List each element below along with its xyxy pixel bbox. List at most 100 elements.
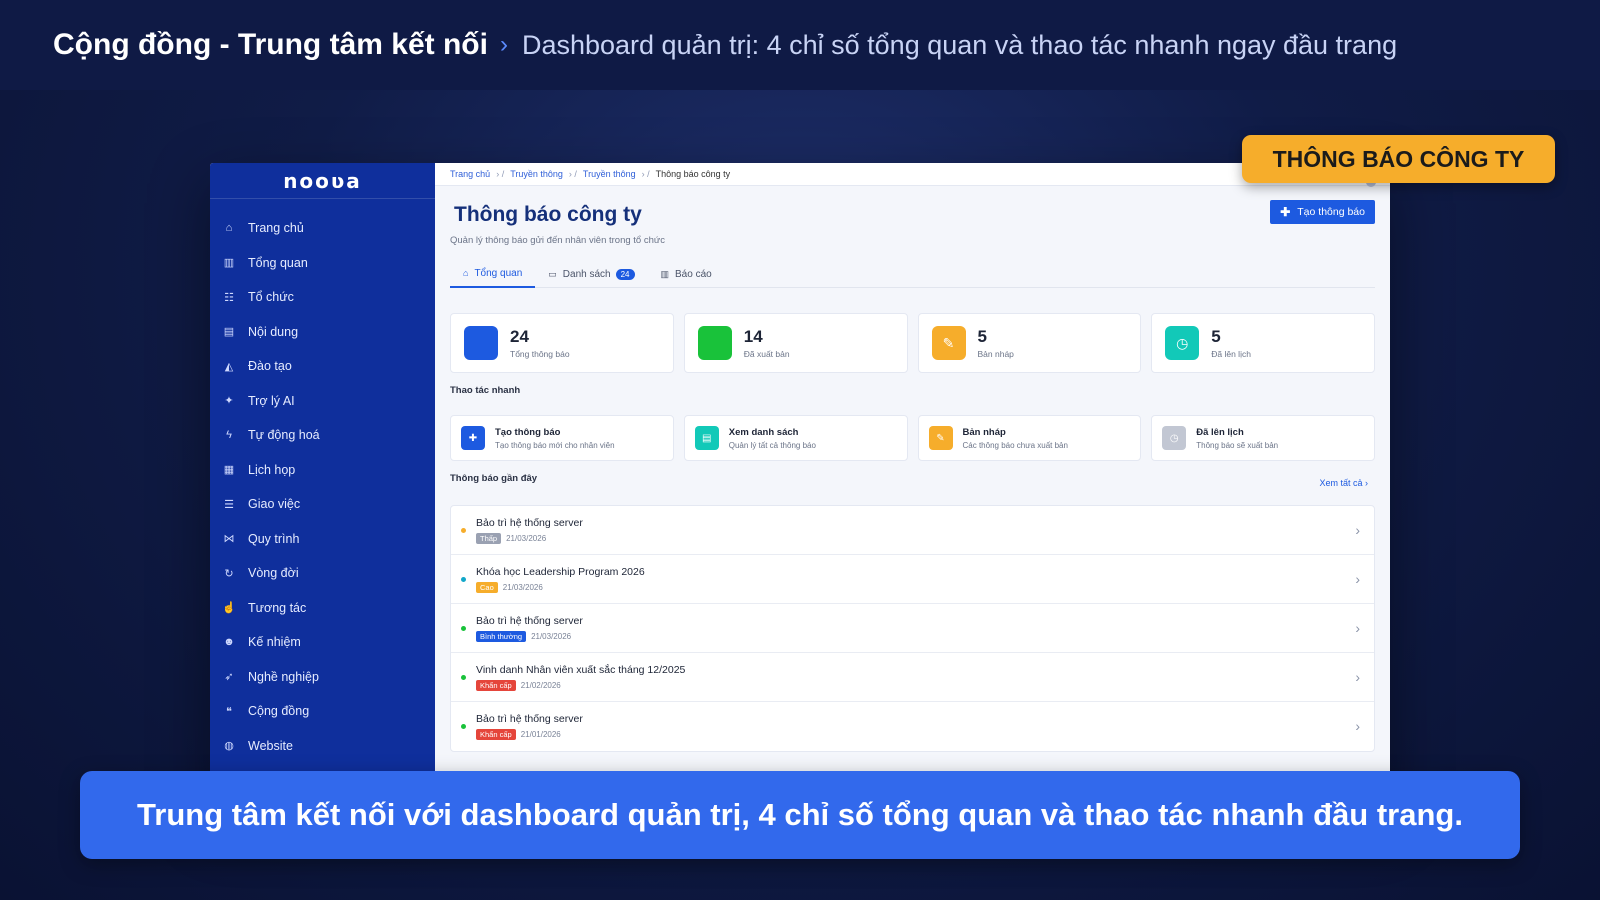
quick-action-icon: ▤ <box>694 426 719 450</box>
sidebar-item-label: Tương tác <box>248 600 307 615</box>
sidebar-item[interactable]: ❝ Cộng đồng <box>210 694 435 729</box>
sidebar-item[interactable]: ✦ Trợ lý AI <box>210 384 435 419</box>
sidebar-item-label: Kế nhiệm <box>248 635 301 650</box>
tab-bar: ⌂ Tổng quan ▭ Danh sách 24 ▥ Báo cáo <box>450 260 1375 288</box>
sidebar-item[interactable]: ⌂ Trang chủ <box>210 211 435 246</box>
announcement-row[interactable]: Vinh danh Nhân viên xuất sắc tháng 12/20… <box>451 653 1374 702</box>
tab-item[interactable]: ⌂ Tổng quan <box>450 260 536 288</box>
plus-icon: ✚ <box>1280 205 1291 219</box>
breadcrumb-separator-icon: › / <box>496 169 505 179</box>
sidebar-item[interactable]: ◭ Đào tạo <box>210 349 435 384</box>
chevron-right-icon: › <box>1355 522 1360 538</box>
sidebar-item[interactable]: ☝ Tương tác <box>210 591 435 626</box>
chat-icon: ❝ <box>226 705 232 718</box>
sidebar-item[interactable]: ▦ Lịch họp <box>210 453 435 488</box>
create-announcement-button[interactable]: ✚ Tạo thông báo <box>1270 200 1375 224</box>
see-all-label: Xem tất cả <box>1319 478 1363 488</box>
announcement-meta: Cao 21/03/2026 <box>476 581 645 593</box>
quick-action-button[interactable]: ✚ Tạo thông báo Tạo thông báo mới cho nhân… <box>450 415 674 461</box>
home-icon: ⌂ <box>225 222 233 235</box>
stat-card: 24 Tổng thông báo <box>450 313 674 373</box>
quick-action-text: Bản nháp Các thông báo chưa xuất bản <box>963 427 1068 450</box>
sidebar-item[interactable]: ☻ Kế nhiệm <box>210 625 435 660</box>
sidebar-item-label: Lịch họp <box>248 462 296 477</box>
breadcrumb-separator-icon: › / <box>641 169 650 179</box>
announcement-title: Vinh danh Nhân viên xuất sắc tháng 12/20… <box>476 663 686 676</box>
announcement-meta: Thấp 21/03/2026 <box>476 532 583 544</box>
sidebar-item-label: Nghề nghiệp <box>248 669 319 684</box>
sidebar-item-label: Tổ chức <box>248 290 294 305</box>
see-all-link[interactable]: Xem tất cả › <box>1319 478 1368 488</box>
announcement-row[interactable]: Bảo trì hệ thống server Bình thường 21/03/… <box>451 604 1374 653</box>
priority-badge: Khẩn cấp <box>476 729 516 740</box>
chevron-right-icon: › <box>1355 718 1360 734</box>
stat-value: 14 <box>743 326 763 346</box>
tab-item[interactable]: ▭ Danh sách 24 <box>535 260 647 288</box>
chevron-right-icon: › <box>1365 478 1368 488</box>
cycle-icon: ↻ <box>224 567 234 580</box>
org-icon: ☷ <box>224 291 234 304</box>
stat-label: Tổng thông báo <box>510 348 570 359</box>
sidebar-item[interactable]: ϟ Tự động hoá <box>210 418 435 453</box>
header-title: Cộng đồng - Trung tâm kết nối <box>53 28 488 61</box>
breadcrumb-separator-icon: › / <box>568 169 577 179</box>
quick-action-icon: ✚ <box>461 426 485 450</box>
sidebar-item[interactable]: ↻ Vòng đời <box>210 556 435 591</box>
sidebar-item[interactable]: ▥ Tổng quan <box>210 246 435 281</box>
quick-action-icon: ✎ <box>928 426 953 450</box>
graduation-icon: ◭ <box>224 360 234 373</box>
announcement-body: Vinh danh Nhân viên xuất sắc tháng 12/20… <box>476 664 685 691</box>
quick-action-button[interactable]: ◷ Đã lên lịch Thông báo sẽ xuất bản <box>1151 415 1375 461</box>
quick-action-desc: Các thông báo chưa xuất bản <box>962 440 1068 450</box>
globe-icon: ◍ <box>224 740 234 753</box>
quick-action-button[interactable]: ▤ Xem danh sách Quản lý tất cả thông báo <box>683 415 908 461</box>
slide-header: Cộng đồng - Trung tâm kết nối › Dashboar… <box>0 0 1600 90</box>
book-icon: ▤ <box>223 326 235 339</box>
quick-action-title: Bản nháp <box>962 426 1006 438</box>
breadcrumb-item[interactable]: Truyền thông <box>583 169 636 179</box>
breadcrumb-item[interactable]: Trang chủ <box>450 169 490 179</box>
announcement-meta: Khẩn cấp 21/02/2026 <box>476 679 685 691</box>
sidebar-item[interactable]: ▤ Nội dung <box>210 315 435 350</box>
status-dot <box>461 674 466 680</box>
announcement-body: Bảo trì hệ thống server Thấp 21/03/2026 <box>476 517 583 544</box>
create-announcement-label: Tạo thông báo <box>1297 206 1365 218</box>
sidebar-item-label: Đào tạo <box>248 359 292 374</box>
stat-icon: ✎ <box>931 326 966 360</box>
announcement-title: Khóa học Leadership Program 2026 <box>476 565 645 578</box>
status-dot <box>461 527 466 533</box>
announcement-row[interactable]: Khóa học Leadership Program 2026 Cao 21/03… <box>451 555 1374 604</box>
tab-label: Tổng quan <box>474 267 523 279</box>
sidebar-item-label: Nội dung <box>248 324 299 339</box>
bolt-icon: ϟ <box>226 429 232 442</box>
quick-action-text: Tạo thông báo Tạo thông báo mới cho nhân … <box>495 427 615 450</box>
sidebar-item[interactable]: ◍ Website <box>210 729 435 764</box>
tab-item[interactable]: ▥ Báo cáo <box>648 260 725 288</box>
stat-label: Đã xuất bản <box>743 348 790 359</box>
sidebar-item-label: Trang chủ <box>248 221 304 236</box>
announcement-row[interactable]: Bảo trì hệ thống server Khẩn cấp 21/01/202… <box>451 702 1374 751</box>
chevron-right-icon: › <box>1355 669 1360 685</box>
chart-icon: ▥ <box>223 257 235 270</box>
sidebar-item[interactable]: ☰ Giao việc <box>210 487 435 522</box>
priority-badge: Thấp <box>476 532 502 544</box>
quick-action-text: Đã lên lịch Thông báo sẽ xuất bản <box>1196 427 1278 450</box>
caption-banner: Trung tâm kết nối với dashboard quản trị… <box>80 771 1520 859</box>
sidebar-item-label: Quy trình <box>248 531 300 546</box>
stat-value: 5 <box>977 326 987 346</box>
announcement-body: Khóa học Leadership Program 2026 Cao 21/03… <box>476 566 645 593</box>
announcement-date: 21/01/2026 <box>520 730 561 739</box>
sidebar: nooʋa ⌂ Trang chủ ▥ Tổng quan ☷ Tổ chức ▤ Nội d… <box>210 163 435 803</box>
stat-text: 24 Tổng thông báo <box>510 326 570 359</box>
app-logo[interactable]: nooʋa <box>210 163 435 199</box>
quick-action-button[interactable]: ✎ Bản nháp Các thông báo chưa xuất bản <box>917 415 1142 461</box>
breadcrumb-item[interactable]: Truyền thông <box>510 169 563 179</box>
sidebar-item[interactable]: ☷ Tổ chức <box>210 280 435 315</box>
breadcrumb-item: Thông báo công ty <box>655 169 731 179</box>
announcement-row[interactable]: Bảo trì hệ thống server Thấp 21/03/2026 › <box>451 506 1374 555</box>
stat-value: 24 <box>510 326 529 346</box>
sidebar-item[interactable]: ➶ Nghề nghiệp <box>210 660 435 695</box>
status-dot <box>461 625 466 631</box>
announcement-title: Bảo trì hệ thống server <box>476 713 583 725</box>
sidebar-item[interactable]: ⋈ Quy trình <box>210 522 435 557</box>
